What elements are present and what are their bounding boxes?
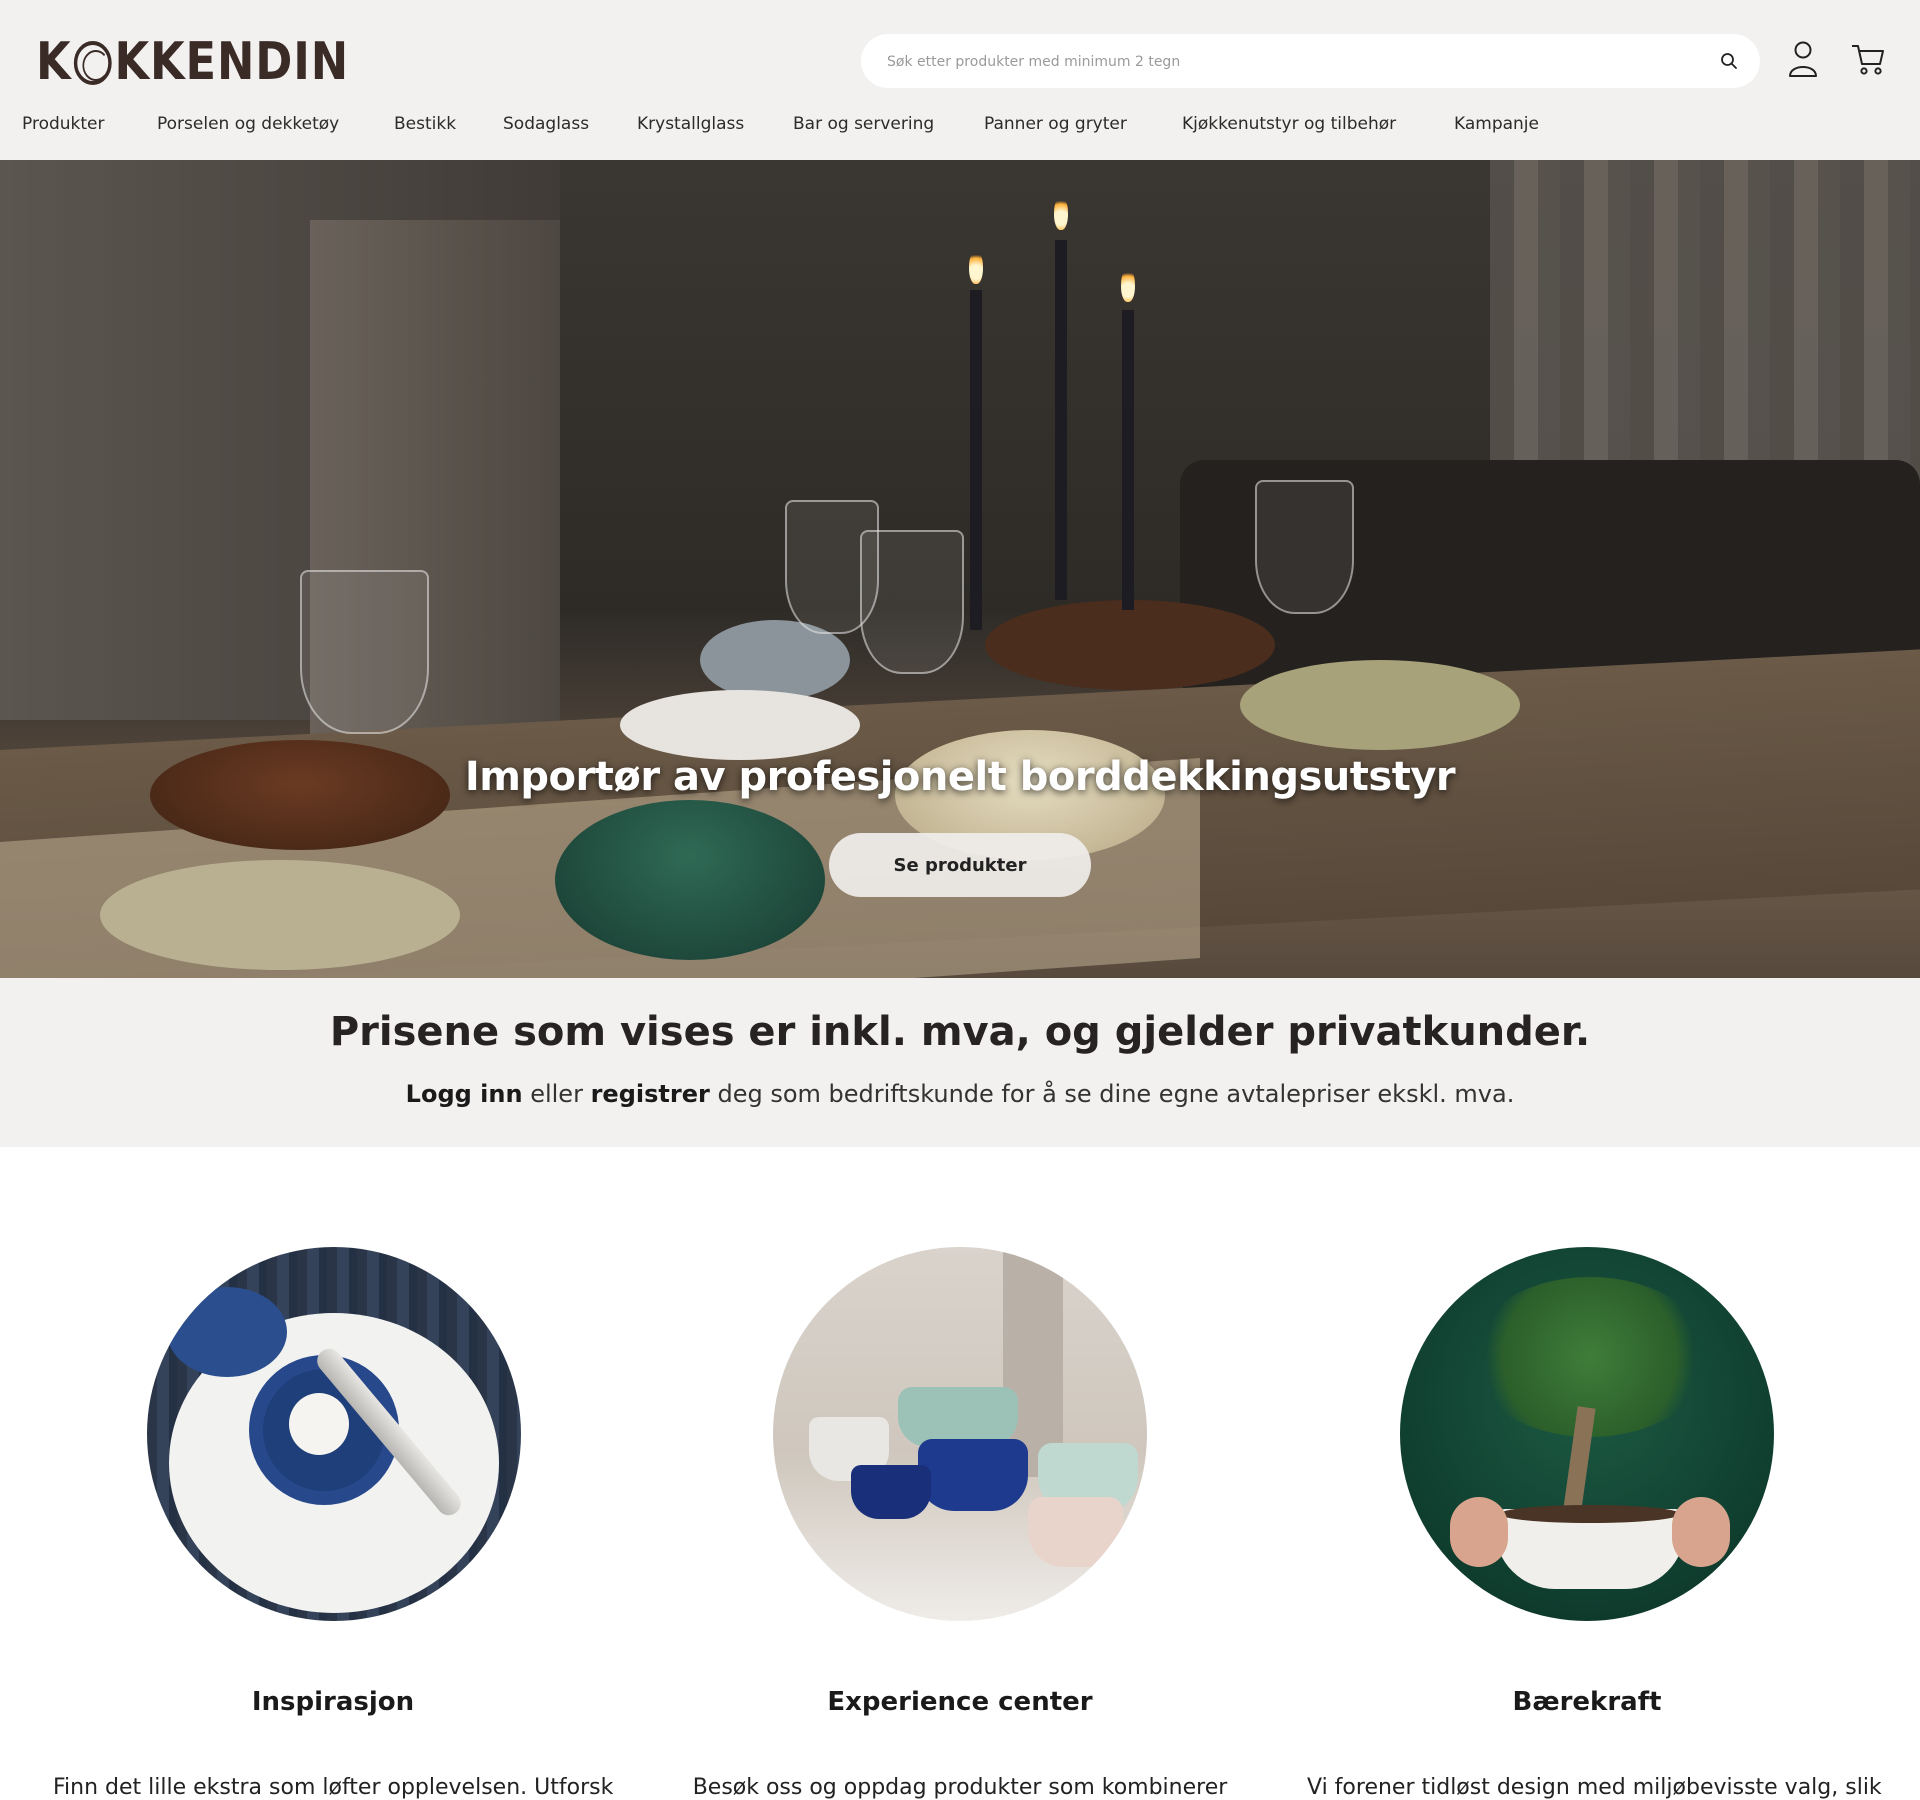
card-text: Finn det lille ekstra som løfter oppleve…	[53, 1775, 614, 1800]
nav-item-krystallglass[interactable]: Krystallglass	[637, 106, 744, 142]
cart-icon[interactable]	[1850, 42, 1886, 76]
hero-bowl	[985, 600, 1275, 690]
search-bar	[861, 34, 1760, 90]
hero-candle-flame	[969, 250, 983, 284]
site-header: KKKENDIN Produkter Porselen og dekketøy …	[0, 0, 1920, 160]
hero-bowl	[555, 800, 825, 960]
hero-plate	[100, 860, 460, 970]
nav-item-panner[interactable]: Panner og gryter	[984, 106, 1127, 142]
search-input[interactable]	[885, 34, 1709, 90]
hero-banner: Importør av profesjonelt borddekkingsuts…	[0, 160, 1920, 978]
logo-plate-icon	[74, 41, 112, 85]
nav-item-produkter[interactable]: Produkter	[22, 106, 105, 142]
experience-center-image	[773, 1247, 1147, 1621]
register-link[interactable]: registrer	[591, 1080, 710, 1108]
nav-item-bar[interactable]: Bar og servering	[793, 106, 934, 142]
user-icon[interactable]	[1787, 40, 1819, 78]
logo[interactable]: K KKENDIN	[36, 31, 349, 93]
hero-candle	[1055, 240, 1067, 600]
card-title: Bærekraft	[1512, 1687, 1662, 1717]
hero-candle	[1122, 310, 1134, 610]
sustainability-image	[1400, 1247, 1774, 1621]
hero-candle-flame	[1054, 196, 1068, 230]
card-text: Besøk oss og oppdag produkter som kombin…	[692, 1775, 1228, 1800]
or-text: eller	[530, 1080, 583, 1108]
login-link[interactable]: Logg inn	[406, 1080, 523, 1108]
nav-item-sodaglass[interactable]: Sodaglass	[503, 106, 589, 142]
hero-wine-glass	[1255, 480, 1354, 614]
price-notice-text: Logg inn eller registrer deg som bedrift…	[0, 1080, 1920, 1108]
card-title: Inspirasjon	[251, 1687, 415, 1717]
card-title: Experience center	[827, 1687, 1093, 1717]
price-notice-rest: deg som bedriftskunde for å se dine egne…	[717, 1080, 1515, 1108]
price-notice: Prisene som vises er inkl. mva, og gjeld…	[0, 978, 1920, 1147]
nav-item-kjokkenutstyr[interactable]: Kjøkkenutstyr og tilbehør	[1182, 106, 1396, 142]
hero-candle-flame	[1121, 268, 1135, 302]
see-products-button[interactable]: Se produkter	[829, 833, 1091, 897]
hero-plate	[620, 690, 860, 760]
hero-wine-glass	[860, 530, 964, 674]
inspiration-image	[147, 1247, 521, 1621]
hero-candle	[970, 290, 982, 630]
hero-wine-glass	[300, 570, 429, 734]
hero-bowl	[1240, 660, 1520, 750]
nav-item-kampanje[interactable]: Kampanje	[1454, 106, 1539, 142]
nav-item-porselen[interactable]: Porselen og dekketøy	[157, 106, 339, 142]
card-text: Vi forener tidløst design med miljøbevis…	[1307, 1775, 1882, 1800]
price-notice-heading: Prisene som vises er inkl. mva, og gjeld…	[329, 1009, 1591, 1055]
nav-item-bestikk[interactable]: Bestikk	[394, 106, 456, 142]
hero-title: Importør av profesjonelt borddekkingsuts…	[464, 754, 1456, 800]
search-icon[interactable]	[1720, 52, 1738, 70]
